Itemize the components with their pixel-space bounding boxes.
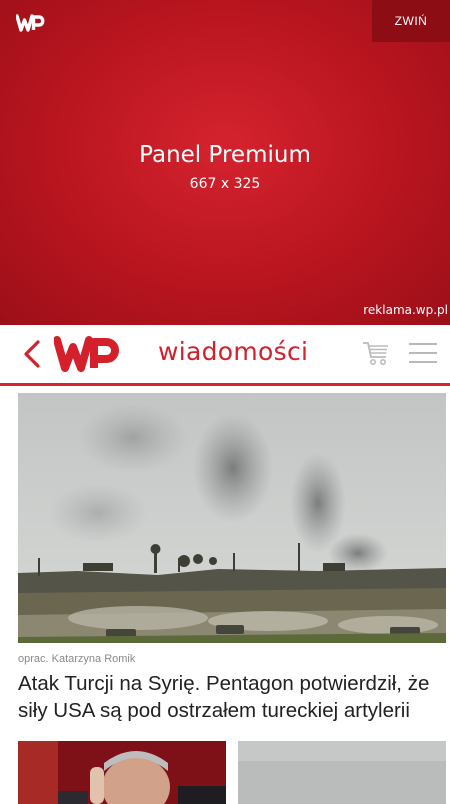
article-headline[interactable]: Atak Turcji na Syrię. Pentagon potwierdz…: [18, 670, 438, 724]
article-byline: oprac. Katarzyna Romik: [18, 653, 136, 665]
cart-icon[interactable]: [362, 341, 390, 372]
site-header: wiadomości: [0, 325, 450, 386]
ad-source-link[interactable]: reklama.wp.pl: [363, 303, 448, 317]
article-thumbnail[interactable]: [18, 741, 226, 804]
wp-logo-icon: [15, 14, 46, 37]
ad-title: Panel Premium: [139, 142, 311, 168]
wp-logo-icon[interactable]: [53, 334, 124, 379]
article-thumbnail[interactable]: [238, 741, 446, 804]
article-hero-image[interactable]: [18, 393, 446, 643]
section-title[interactable]: wiadomości: [158, 337, 308, 366]
ad-size-label: 667 x 325: [189, 176, 261, 192]
back-arrow-icon[interactable]: [22, 339, 42, 374]
collapse-ad-button[interactable]: ZWIŃ: [372, 0, 450, 42]
hamburger-menu-icon[interactable]: [409, 343, 437, 370]
ad-panel[interactable]: ZWIŃ Panel Premium 667 x 325 reklama.wp.…: [0, 0, 450, 325]
